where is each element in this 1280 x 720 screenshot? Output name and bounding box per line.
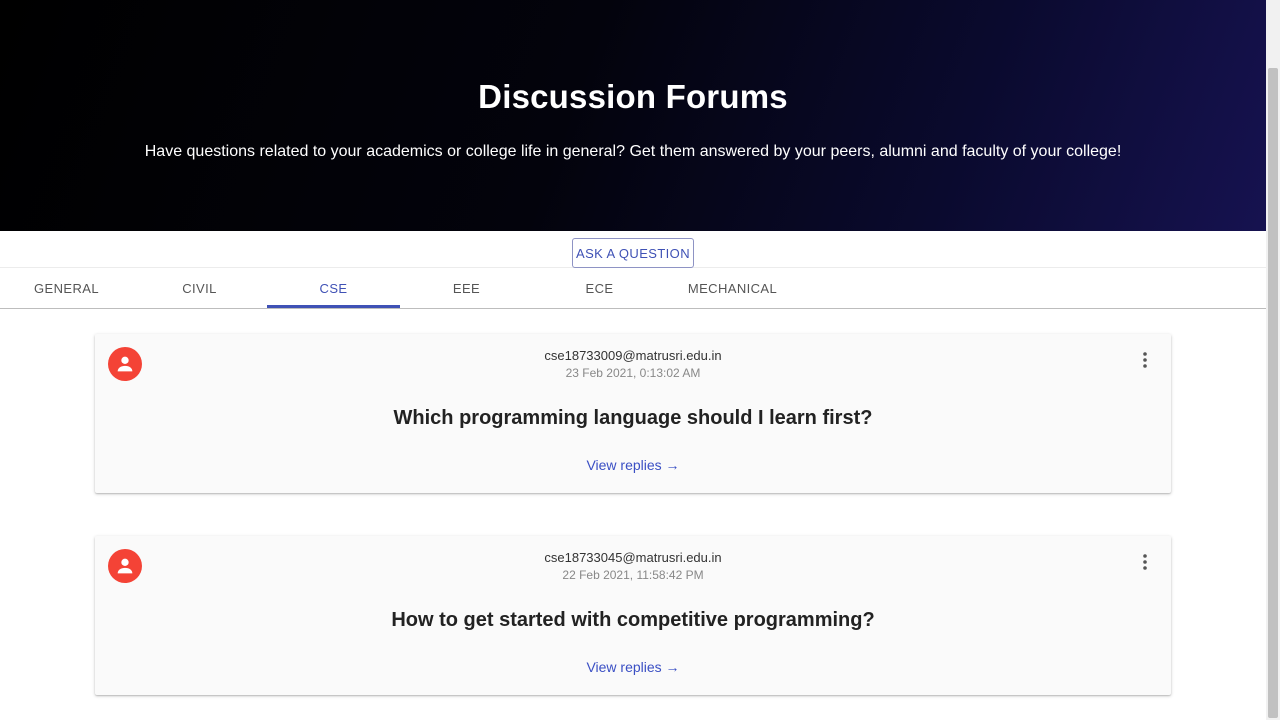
post-question: How to get started with competitive prog… xyxy=(391,609,875,631)
post-meta: cse18733045@matrusri.edu.in 22 Feb 2021,… xyxy=(95,550,1171,582)
post-card: cse18733009@matrusri.edu.in 23 Feb 2021,… xyxy=(95,334,1171,493)
post-date: 22 Feb 2021, 11:58:42 PM xyxy=(562,568,704,582)
tab-ece[interactable]: ECE xyxy=(533,268,666,308)
ask-bar: ASK A QUESTION xyxy=(0,231,1266,268)
page-subtitle: Have questions related to your academics… xyxy=(144,143,1122,160)
hero-banner: Discussion Forums Have questions related… xyxy=(0,0,1266,231)
more-vert-icon[interactable] xyxy=(1135,350,1155,370)
post-author-email: cse18733009@matrusri.edu.in xyxy=(544,348,722,363)
tab-general[interactable]: GENERAL xyxy=(0,268,133,308)
post-date: 23 Feb 2021, 0:13:02 AM xyxy=(565,366,701,380)
vertical-scrollbar[interactable] xyxy=(1266,0,1280,720)
tab-eee[interactable]: EEE xyxy=(400,268,533,308)
view-replies-row: View replies → xyxy=(95,457,1171,475)
post-author-email: cse18733045@matrusri.edu.in xyxy=(544,550,722,565)
active-tab-indicator xyxy=(267,305,400,308)
category-tabs: GENERAL CIVIL CSE EEE ECE MECHANICAL xyxy=(0,268,1266,309)
post-card: cse18733045@matrusri.edu.in 22 Feb 2021,… xyxy=(95,536,1171,695)
page-title: Discussion Forums xyxy=(478,78,788,115)
more-vert-icon[interactable] xyxy=(1135,552,1155,572)
scrollbar-thumb[interactable] xyxy=(1268,68,1278,718)
page: Discussion Forums Have questions related… xyxy=(0,0,1266,720)
tab-mechanical[interactable]: MECHANICAL xyxy=(666,268,799,308)
tab-civil[interactable]: CIVIL xyxy=(133,268,266,308)
post-meta: cse18733009@matrusri.edu.in 23 Feb 2021,… xyxy=(95,348,1171,380)
view-replies-link[interactable]: View replies → xyxy=(586,457,679,473)
view-replies-link[interactable]: View replies → xyxy=(586,659,679,675)
post-question: Which programming language should I lear… xyxy=(393,407,873,429)
tab-cse[interactable]: CSE xyxy=(267,268,400,308)
view-replies-row: View replies → xyxy=(95,659,1171,677)
ask-question-button[interactable]: ASK A QUESTION xyxy=(572,238,694,268)
